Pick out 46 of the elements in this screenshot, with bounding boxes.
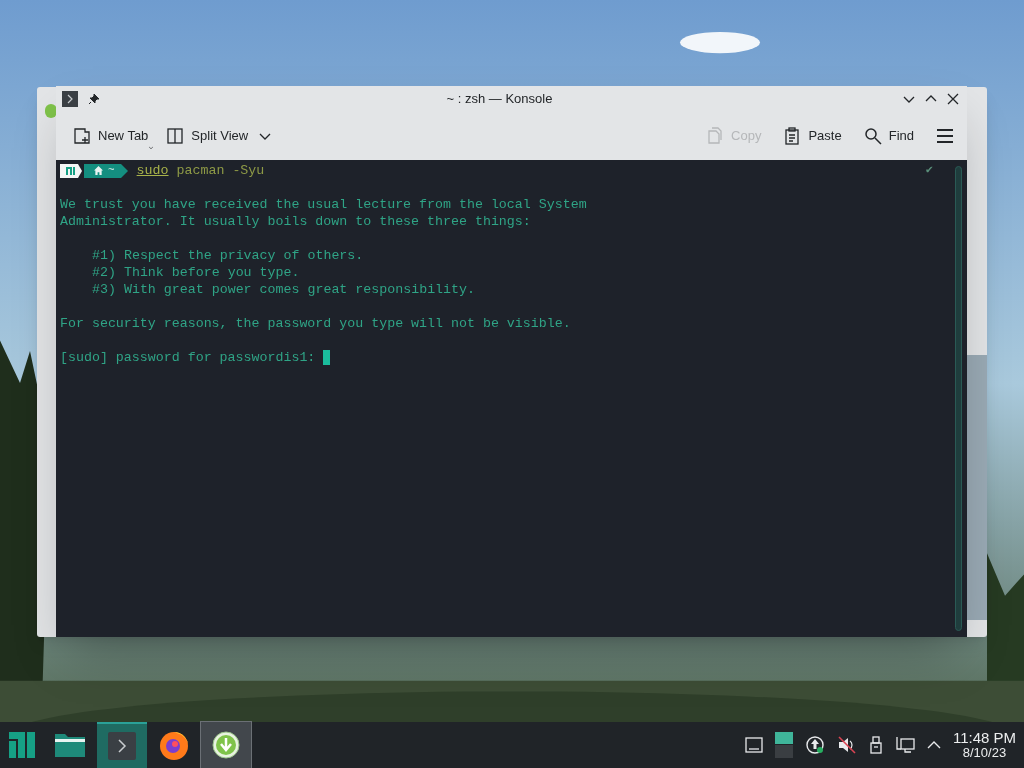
clock-date: 8/10/23 <box>962 745 1007 760</box>
application-menu-icon[interactable] <box>9 732 35 758</box>
output-line: #1) Respect the privacy of others. <box>92 247 365 264</box>
task-button[interactable] <box>201 722 251 768</box>
prompt-directory: ~ <box>108 163 115 178</box>
download-icon <box>212 731 240 759</box>
clipboard-icon <box>783 127 802 145</box>
output-line: #3) With great power comes great responsibility. <box>92 281 476 298</box>
command-name: sudo <box>136 162 169 179</box>
logo-icon <box>60 163 82 178</box>
command-arguments: pacman -Syu <box>176 162 265 179</box>
output-line: Administrator. It usually boils down to these three things: <box>60 213 532 230</box>
paste-button[interactable]: Paste <box>779 122 846 150</box>
search-icon <box>863 127 882 145</box>
new-tab-button[interactable]: New Tab <box>69 122 153 150</box>
clock[interactable]: 11:48 PM 8/10/23 <box>952 730 1016 760</box>
terminal-icon <box>108 732 136 760</box>
copy-icon <box>706 127 725 145</box>
close-icon[interactable] <box>947 93 959 105</box>
password-prompt: [sudo] password for passwordis1: <box>60 349 316 366</box>
home-icon <box>94 166 103 175</box>
arrow-icon <box>120 163 128 178</box>
app-icon <box>45 104 57 118</box>
folder-icon <box>54 732 86 758</box>
menu-icon[interactable] <box>936 127 954 145</box>
network-icon[interactable] <box>894 736 915 754</box>
status-check: ✔ <box>925 162 933 179</box>
scrollbar-track[interactable] <box>955 166 962 631</box>
update-icon[interactable] <box>804 735 825 755</box>
chevron-up-icon[interactable] <box>926 740 941 750</box>
output-line: For security reasons, the password you type will not be visible. <box>60 315 572 332</box>
clock-time: 11:48 PM <box>952 730 1016 745</box>
find-button[interactable]: Find <box>859 122 918 150</box>
output-line: We trust you have received the usual lecture from the local System <box>60 196 588 213</box>
output-line: #2) Think before you type. <box>92 264 301 281</box>
usb-drive-icon[interactable] <box>868 736 883 754</box>
display-icon[interactable] <box>744 737 763 753</box>
firefox-icon <box>158 729 190 761</box>
window-title: ~ : zsh — Konsole <box>445 90 554 109</box>
new-tab-icon <box>73 127 91 145</box>
muted-speaker-icon[interactable] <box>836 735 857 755</box>
pin-icon <box>88 93 100 105</box>
text-cursor <box>323 350 331 365</box>
split-view-button[interactable]: Split View <box>162 122 276 150</box>
split-view-icon <box>166 127 185 145</box>
terminal-icon <box>62 91 78 107</box>
